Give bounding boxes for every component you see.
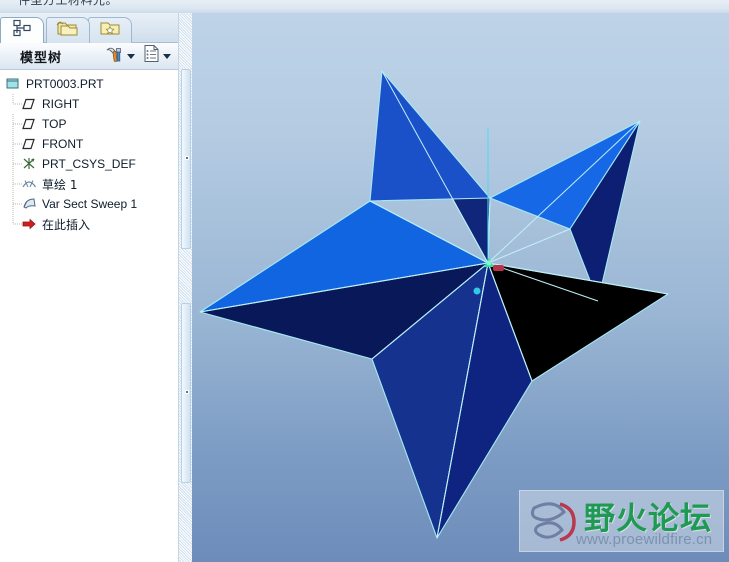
coord-system-icon [22,157,38,171]
panel-splitter[interactable] [178,13,192,562]
splitter-handle-lower[interactable] [181,303,191,483]
sweep-icon [22,197,38,211]
tree-branch-line [12,94,22,114]
tree-branch-line [12,154,22,174]
navigator-tabstrip [0,13,178,43]
favorites-folder-icon [98,19,122,42]
tab-favorites[interactable] [88,17,132,43]
tree-node-label: Var Sect Sweep 1 [42,197,138,211]
tree-node-label: TOP [42,117,67,131]
datum-plane-icon [22,137,38,151]
graphics-viewport[interactable]: 野火论坛 www.proewildfire.cn [192,13,729,562]
tree-node-insert-here[interactable]: 在此插入 [0,214,178,234]
tree-settings-button[interactable] [104,44,135,69]
model-tree-icon [11,19,33,42]
part-icon [6,77,22,91]
tree-node-datum-right[interactable]: RIGHT [0,94,178,114]
tree-node-label: PRT_CSYS_DEF [42,157,136,171]
tab-folder-browser[interactable] [46,17,90,43]
page-title: 模型树 [20,50,63,66]
tree-branch-line [12,214,22,234]
tree-node-label: 在此插入 [42,217,91,232]
splitter-grip[interactable] [185,156,189,160]
tree-branch-line [12,114,22,134]
tree-node-coord-system[interactable]: PRT_CSYS_DEF [0,154,178,174]
tree-node-label: RIGHT [42,97,80,111]
tree-node-sketch[interactable]: 草绘 1 [0,174,178,194]
tree-branch-line [12,134,22,154]
tree-node-datum-front[interactable]: FRONT [0,134,178,154]
chevron-down-icon[interactable] [127,53,135,59]
chevron-down-icon[interactable] [163,53,171,59]
splitter-handle-upper[interactable] [181,69,191,249]
star-model-render[interactable] [192,13,729,562]
datum-plane-icon [22,117,38,131]
insert-here-arrow-icon [22,217,38,231]
forum-watermark: 野火论坛 www.proewildfire.cn [519,490,724,552]
application-window: 件型方工材料光。 模型树 PRT0003.PRT RIGHT TOP FRONT… [0,0,729,562]
tree-branch-line [12,194,22,214]
star-facet [369,70,491,202]
model-tree-list[interactable]: PRT0003.PRT RIGHT TOP FRONT PRT_CSYS_DEF… [0,70,178,562]
tree-node-label: FRONT [42,137,84,151]
butterfly-logo-icon [530,502,576,542]
list-sheet-icon [143,44,160,68]
tree-node-label: PRT0003.PRT [26,77,104,91]
folder-browser-icon [56,19,80,42]
model-tree-header: 模型树 [0,43,178,70]
sketch-icon [22,177,38,191]
clipped-menubar: 件型方工材料光。 [0,0,729,13]
tree-node-part[interactable]: PRT0003.PRT [0,74,178,94]
tools-hammer-icon [104,44,124,69]
datum-plane-icon [22,97,38,111]
splitter-grip[interactable] [185,390,189,394]
clipped-menu-text: 件型方工材料光。 [18,0,119,7]
tree-show-button[interactable] [143,44,171,68]
tab-model-tree[interactable] [0,17,44,43]
tree-node-datum-top[interactable]: TOP [0,114,178,134]
tree-node-label: 草绘 1 [42,177,78,192]
watermark-url: www.proewildfire.cn [576,531,713,548]
tree-branch-line [12,174,22,194]
left-navigator-panel: 模型树 PRT0003.PRT RIGHT TOP FRONT PRT_CSYS… [0,13,178,562]
tree-node-var-sect-sweep[interactable]: Var Sect Sweep 1 [0,194,178,214]
